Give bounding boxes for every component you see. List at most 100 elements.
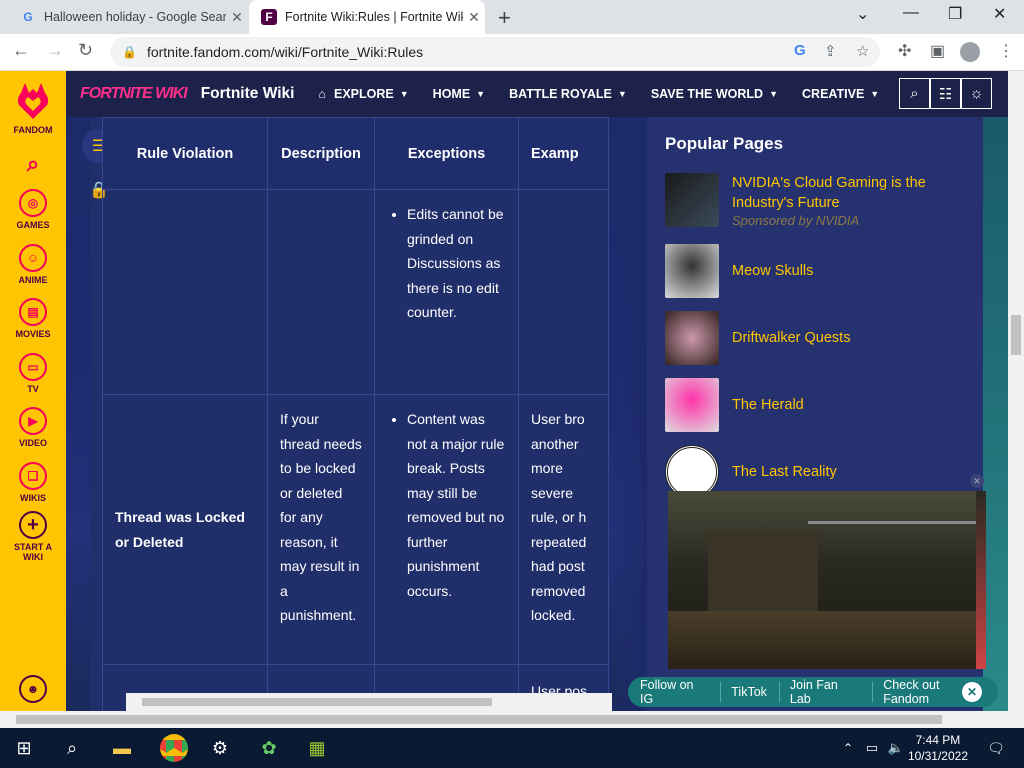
volume-icon[interactable]: 🔈 [884, 736, 908, 760]
restore-button[interactable]: ❐ [948, 4, 962, 24]
chevron-down-icon: ▼ [617, 89, 627, 99]
search-icon[interactable]: ⌕ [0, 151, 66, 177]
browser-toolbar: ← → ↻ 🔒 fortnite.fandom.com/wiki/Fortnit… [0, 34, 1024, 71]
fan-lab-link[interactable]: Join Fan Lab [790, 678, 860, 706]
fandom-global-sidebar: FANDOM ⌕ ◎ GAMES ☺ ANIME ▤ MOVIES ▭ TV ▶… [0, 71, 66, 711]
sidebar-item-label: WIKIS [20, 493, 46, 503]
windows-taskbar: ⊞ ⌕ ▬ ⚙ ✿ ▦ ⌃ ▭ 🔈 7:44 PM 10/31/2022 🗨 [0, 728, 1024, 768]
close-icon[interactable]: ✕ [962, 682, 982, 702]
table-row: Thread was Locked or Deleted If your thr… [102, 394, 609, 665]
new-tab-button[interactable]: + [498, 5, 511, 31]
column-header: Examp [518, 117, 609, 190]
nav-label: EXPLORE [334, 87, 394, 101]
popular-page-title: Driftwalker Quests [732, 330, 851, 346]
tab-google-search[interactable]: G Halloween holiday - Google Sear ✕ [8, 0, 248, 34]
vertical-scrollbar-thumb[interactable] [1011, 315, 1021, 355]
sidebar-item-games[interactable]: ◎ GAMES [0, 189, 66, 230]
column-header: Rule Violation [102, 117, 268, 190]
file-explorer-icon[interactable]: ▬ [110, 736, 134, 760]
tab-fortnite-wiki[interactable]: F Fortnite Wiki:Rules | Fortnite Wik ✕ [249, 0, 485, 34]
settings-gear-icon[interactable]: ⚙ [208, 736, 232, 760]
page-vertical-scrollbar[interactable] [1008, 71, 1024, 711]
user-account-button[interactable]: ☻ [0, 675, 66, 706]
share-icon[interactable]: ⇪ [824, 42, 837, 60]
nav-home[interactable]: HOME ▼ [433, 87, 485, 101]
table-cell: User bro another more severe rule, or h … [518, 394, 609, 665]
discussions-icon[interactable]: ☷ [930, 78, 961, 109]
sidebar-item-tv[interactable]: ▭ TV [0, 353, 66, 394]
sidebar-item-label: MOVIES [15, 329, 51, 339]
google-favicon-icon: G [23, 10, 33, 24]
search-icon[interactable]: ⌕ [60, 736, 84, 760]
fandom-favicon-icon: F [261, 9, 277, 25]
follow-ig-link[interactable]: Follow on IG [640, 678, 708, 706]
fandom-heart-icon [17, 83, 49, 119]
tiktok-link[interactable]: TikTok [731, 685, 767, 699]
popular-page-title: Meow Skulls [732, 263, 814, 279]
browser-tab-strip: G Halloween holiday - Google Sear ✕ F Fo… [0, 0, 1024, 34]
sidebar-item-wikis[interactable]: ❏ WIKIS [0, 462, 66, 503]
table-scrollbar[interactable] [126, 693, 612, 711]
google-lens-icon[interactable]: G [794, 42, 806, 59]
minimize-button[interactable]: — [903, 4, 919, 22]
extensions-icon[interactable]: ✣ [898, 41, 911, 61]
close-window-button[interactable]: ✕ [993, 4, 1006, 24]
social-follow-bar: Follow on IG TikTok Join Fan Lab Check o… [628, 677, 998, 707]
page-horizontal-scrollbar[interactable] [0, 711, 1024, 728]
chevron-down-icon: ▼ [870, 89, 880, 99]
back-icon[interactable]: ← [12, 40, 30, 61]
wiki-search-icon[interactable]: ⌕ [899, 78, 930, 109]
sidebar-item-start-wiki[interactable]: + START A WIKI [3, 511, 63, 562]
notifications-icon[interactable]: 🗨 [984, 736, 1008, 760]
popular-page-title: NVIDIA's Cloud Gaming is the Industry's … [732, 175, 926, 211]
sidebar-item-label: GAMES [16, 220, 50, 230]
table-cell [102, 189, 268, 395]
app-icon[interactable]: ✿ [257, 736, 281, 760]
system-clock[interactable]: 7:44 PM 10/31/2022 [908, 732, 968, 764]
bookmark-star-icon[interactable]: ☆ [856, 42, 869, 60]
theme-toggle-icon[interactable]: ☼ [961, 78, 992, 109]
close-tab-icon[interactable]: ✕ [463, 9, 485, 26]
fandom-logo[interactable]: FANDOM [0, 79, 66, 135]
exception-item: Edits cannot be grinded on Discussions a… [407, 202, 506, 325]
table-cell: Edits cannot be grinded on Discussions a… [374, 189, 519, 395]
nav-label: BATTLE ROYALE [509, 87, 612, 101]
tab-search-icon[interactable]: ⌄ [856, 4, 869, 24]
video-player[interactable] [668, 491, 986, 669]
side-panel-icon[interactable]: ▣ [930, 41, 945, 61]
wiki-logo[interactable]: FORTNITE WIKI [80, 85, 188, 103]
table-cell: If your thread needs to be locked or del… [267, 394, 375, 665]
nav-label: SAVE THE WORLD [650, 87, 764, 101]
nav-save-the-world[interactable]: SAVE THE WORLD ▼ [651, 87, 778, 101]
sidebar-item-movies[interactable]: ▤ MOVIES [0, 298, 66, 339]
menu-dots-icon[interactable]: ⋮ [998, 41, 1014, 61]
nav-label: HOME [432, 87, 471, 101]
forward-icon[interactable]: → [46, 40, 64, 61]
tray-chevron-icon[interactable]: ⌃ [836, 736, 860, 760]
app-icon[interactable]: ▦ [305, 736, 329, 760]
address-bar[interactable]: 🔒 fortnite.fandom.com/wiki/Fortnite_Wiki… [110, 37, 880, 67]
rules-table: Rule Violation Description Exceptions Ex… [102, 117, 609, 711]
exception-item: Content was not a major rule break. Post… [407, 407, 506, 603]
table-scrollbar-thumb[interactable] [142, 698, 492, 706]
nav-battle-royale[interactable]: BATTLE ROYALE ▼ [509, 87, 627, 101]
profile-avatar-icon[interactable] [960, 42, 980, 62]
sidebar-item-anime[interactable]: ☺ ANIME [0, 244, 66, 285]
nav-creative[interactable]: CREATIVE ▼ [802, 87, 879, 101]
close-tab-icon[interactable]: ✕ [226, 9, 248, 26]
table-cell [518, 189, 609, 395]
lock-icon: 🔒 [122, 45, 137, 59]
nav-explore[interactable]: ⌂ EXPLORE ▼ [318, 87, 408, 101]
wiki-name[interactable]: Fortnite Wiki [201, 85, 295, 103]
close-video-icon[interactable]: ✕ [970, 474, 984, 488]
chrome-icon[interactable] [160, 734, 188, 762]
video-frame-ground [668, 611, 986, 669]
horizontal-scrollbar-thumb[interactable] [16, 715, 942, 724]
reload-icon[interactable]: ↻ [78, 40, 93, 61]
windows-start-icon[interactable]: ⊞ [12, 736, 36, 760]
sidebar-item-video[interactable]: ▶ VIDEO [0, 407, 66, 448]
example-text: User bro another more severe rule, or h … [531, 411, 587, 623]
network-icon[interactable]: ▭ [860, 736, 884, 760]
divider [778, 682, 780, 702]
sponsor-text: Sponsored by NVIDIA [732, 213, 860, 228]
